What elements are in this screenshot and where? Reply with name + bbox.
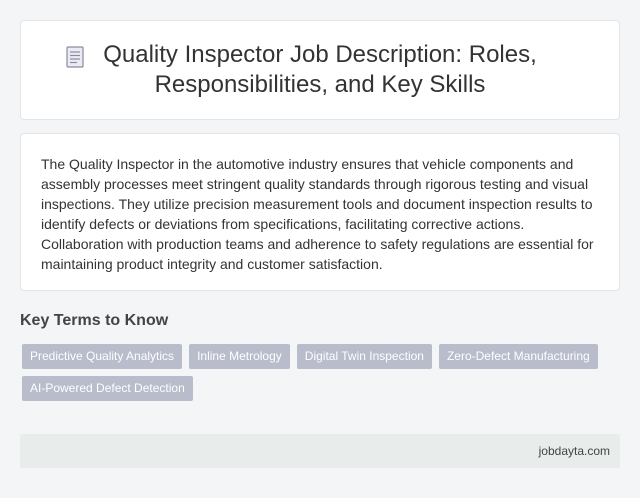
document-icon — [66, 46, 84, 68]
page-title: Quality Inspector Job Description: Roles… — [103, 41, 537, 98]
tag-digital-twin-inspection[interactable]: Digital Twin Inspection — [296, 344, 432, 369]
key-terms-tags: Predictive Quality Analytics Inline Metr… — [22, 344, 618, 401]
description-card: The Quality Inspector in the automotive … — [20, 133, 620, 291]
title-card: Quality Inspector Job Description: Roles… — [20, 20, 620, 120]
tag-ai-powered-defect-detection[interactable]: AI-Powered Defect Detection — [22, 376, 193, 401]
tag-predictive-quality-analytics[interactable]: Predictive Quality Analytics — [22, 344, 183, 369]
job-description: The Quality Inspector in the automotive … — [41, 156, 594, 272]
key-terms-heading: Key Terms to Know — [20, 312, 169, 329]
title-wrap: Quality Inspector Job Description: Roles… — [60, 40, 580, 100]
tag-inline-metrology[interactable]: Inline Metrology — [189, 344, 290, 369]
footer: jobdayta.com — [20, 434, 620, 468]
footer-site-link[interactable]: jobdayta.com — [539, 444, 610, 458]
tag-zero-defect-manufacturing[interactable]: Zero-Defect Manufacturing — [438, 344, 598, 369]
